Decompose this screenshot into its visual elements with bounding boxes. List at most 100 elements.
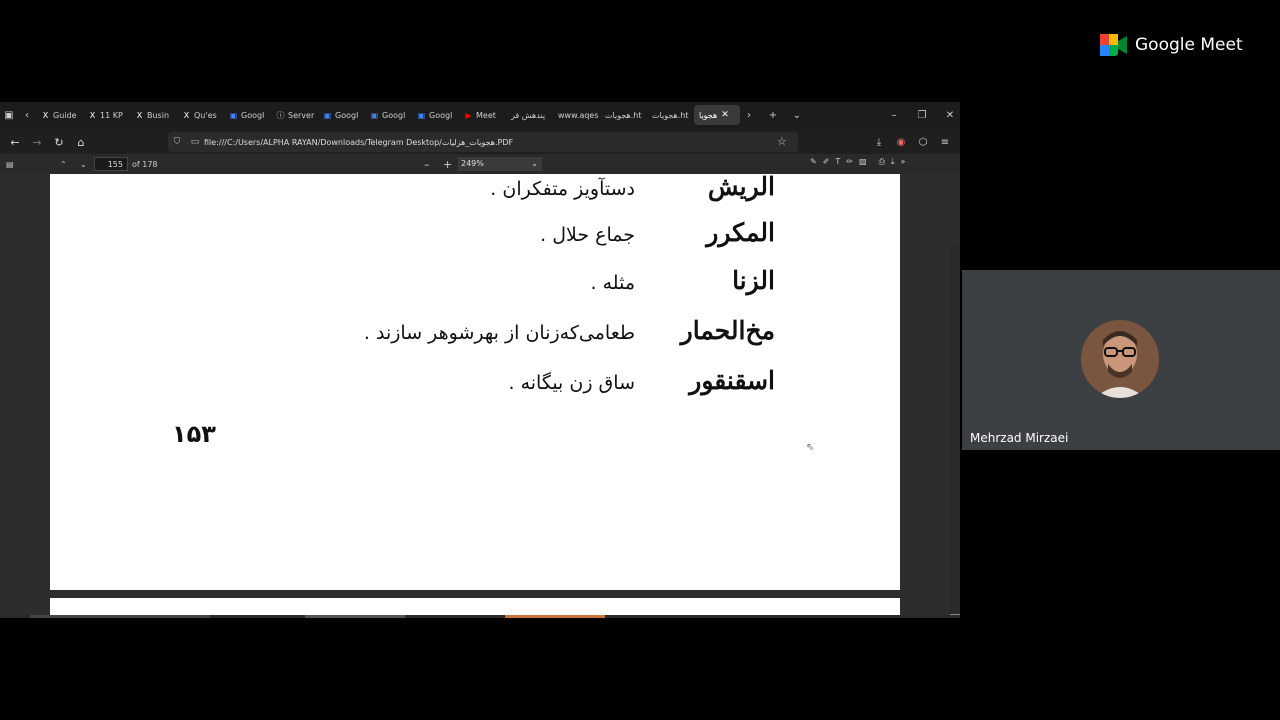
tab-active[interactable]: هجویا ✕ (694, 105, 740, 125)
tab-label: Qu'es (194, 110, 217, 120)
strip-segment (305, 615, 405, 618)
restore-icon[interactable]: ❐ (908, 110, 936, 121)
nav-bar: ← → ↻ ⌂ ⛉ ▭ file:///C:/Users/ALPHA RAYAN… (0, 130, 960, 154)
avatar (1081, 320, 1159, 398)
pdf-page: الریش دستآویز متفکران . المکرر جماع حلال .ا… (50, 174, 900, 590)
page-number-input[interactable]: 155 (94, 157, 128, 171)
entry-row: مخ‌الحمار طعامی‌که‌زنان از بهرشوهر سازند … (50, 316, 900, 356)
download-icon[interactable]: ⤓ (868, 137, 890, 148)
print-icon[interactable]: ⎙ (879, 157, 885, 167)
browser-window: ▣ ‹ X Guide X 11 KP X Busin X Qu'es ▣ Googl ⓘ Serve… (0, 102, 960, 618)
shared-screen: ▣ ‹ X Guide X 11 KP X Busin X Qu'es ▣ Googl ⓘ Serve… (0, 0, 960, 720)
next-page-icon[interactable]: ⌄ (80, 160, 87, 169)
participant-tile[interactable]: Mehrzad Mirzaei (962, 270, 1280, 450)
x-icon: X (136, 110, 143, 120)
tab-item[interactable]: X Qu'es (177, 105, 224, 125)
tab-label: Googl (429, 110, 453, 120)
toolbar-right: ⤓ ◉ ⬡ ≡ (868, 130, 956, 154)
forward-icon[interactable]: → (26, 136, 48, 149)
youtube-icon: ▶ (465, 110, 472, 120)
tab-list-icon[interactable]: ⌄ (788, 110, 806, 121)
x-icon: X (42, 110, 49, 120)
prev-page-icon[interactable]: ⌃ (60, 160, 67, 169)
tab-actions-icon[interactable]: ▣ (0, 110, 18, 121)
text-icon[interactable]: T (835, 157, 840, 167)
address-bar[interactable]: ⛉ ▭ file:///C:/Users/ALPHA RAYAN/Downloa… (168, 132, 798, 152)
minimize-icon[interactable]: – (880, 110, 908, 121)
annotation-tools: ✎ ✐ T ✏ ▨ ⎙ ⤓ » (810, 157, 905, 167)
x-icon: X (183, 110, 190, 120)
tab-item[interactable]: X 11 KP (83, 105, 130, 125)
highlight-icon[interactable]: ✐ (823, 157, 830, 167)
page-total: of 178 (132, 159, 158, 169)
zoom-value: 249% (461, 159, 484, 168)
entry-definition: مثله . (590, 272, 635, 294)
tab-item[interactable]: هجویات.ht (600, 105, 647, 125)
file-icon: ▭ (190, 137, 200, 147)
sidebar-toggle-icon[interactable]: ▤ (6, 160, 14, 169)
tab-label: Guide (53, 110, 77, 120)
meet-brand: Google Meet (1135, 35, 1243, 55)
tab-item[interactable]: ▣ Googl (412, 105, 459, 125)
close-icon[interactable]: ✕ (721, 110, 729, 120)
scrollbar[interactable] (950, 246, 960, 618)
tab-label: هجویات.ht (652, 110, 689, 120)
google-icon: ▣ (323, 110, 332, 120)
tab-label: Googl (335, 110, 359, 120)
new-tab-icon[interactable]: + (764, 110, 782, 121)
google-meet-icon (1100, 34, 1127, 56)
entry-term: الزنا (732, 266, 775, 295)
entry-term: اسقنقور (689, 366, 775, 395)
entry-definition: طعامی‌که‌زنان از بهرشوهر سازند . (363, 322, 635, 344)
google-icon: ▣ (417, 110, 426, 120)
draw-icon[interactable]: ✏ (846, 157, 853, 167)
tab-item[interactable]: ▶ Meet (459, 105, 506, 125)
zoom-select[interactable]: 249% ⌄ (458, 157, 542, 171)
tab-scroll-right-icon[interactable]: › (740, 110, 758, 121)
tab-active-label: هجویا (699, 110, 718, 120)
strip-segment (505, 615, 605, 618)
x-icon: X (89, 110, 96, 120)
bookmark-star-icon[interactable]: ☆ (777, 135, 787, 148)
tab-item[interactable]: هجویات.ht (647, 105, 694, 125)
avatar-image (1081, 320, 1159, 398)
participant-name: Mehrzad Mirzaei (970, 431, 1069, 445)
vpn-icon[interactable]: ◉ (890, 137, 912, 148)
page-footer-number: ۱۵۳ (172, 420, 216, 448)
pdf-toolbar: ▤ ⌃ ⌄ 155 of 178 – + 249% ⌄ ✎ ✐ T ✏ ▨ ⎙ … (0, 154, 960, 174)
pdf-viewer[interactable]: الریش دستآویز متفکران . المکرر جماع حلال .ا… (0, 174, 960, 618)
tab-item[interactable]: www.aqes (553, 105, 600, 125)
tab-label: Busin (147, 110, 170, 120)
tab-label: Googl (382, 110, 406, 120)
more-tools-icon[interactable]: » (901, 157, 906, 167)
tab-label: Server (288, 110, 315, 120)
entry-definition: جماع حلال . (540, 224, 635, 246)
extensions-icon[interactable]: ⬡ (912, 137, 934, 148)
entry-definition: ساق زن بیگانه . (508, 372, 635, 394)
tab-label: Googl (241, 110, 265, 120)
tab-item[interactable]: ▣ Googl (224, 105, 271, 125)
tab-item[interactable]: X Busin (130, 105, 177, 125)
entry-row: الزنا مثله . (50, 266, 900, 306)
menu-icon[interactable]: ≡ (934, 137, 956, 148)
tab-scroll-left-icon[interactable]: ‹ (18, 110, 36, 121)
shield-icon[interactable]: ⛉ (168, 137, 186, 147)
tab-item[interactable]: ▣ Googl (365, 105, 412, 125)
meet-logo: Google Meet (1100, 34, 1243, 56)
entry-term: مخ‌الحمار (680, 316, 775, 345)
reload-icon[interactable]: ↻ (48, 136, 70, 149)
tab-item[interactable]: پندهش فر (506, 105, 553, 125)
image-icon[interactable]: ▨ (859, 157, 867, 167)
sign-icon[interactable]: ✎ (810, 157, 817, 167)
home-icon[interactable]: ⌂ (70, 136, 92, 149)
tab-item[interactable]: X Guide (36, 105, 83, 125)
tab-item[interactable]: ⓘ Server (271, 105, 318, 125)
zoom-out-icon[interactable]: – (424, 158, 430, 171)
tab-label: هجویات.ht (605, 110, 642, 120)
save-icon[interactable]: ⤓ (891, 157, 895, 167)
tab-label: 11 KP (100, 110, 123, 120)
back-icon[interactable]: ← (4, 136, 26, 149)
entry-row: الریش دستآویز متفکران . (50, 174, 900, 212)
tab-item[interactable]: ▣ Googl (318, 105, 365, 125)
zoom-in-icon[interactable]: + (443, 158, 452, 171)
